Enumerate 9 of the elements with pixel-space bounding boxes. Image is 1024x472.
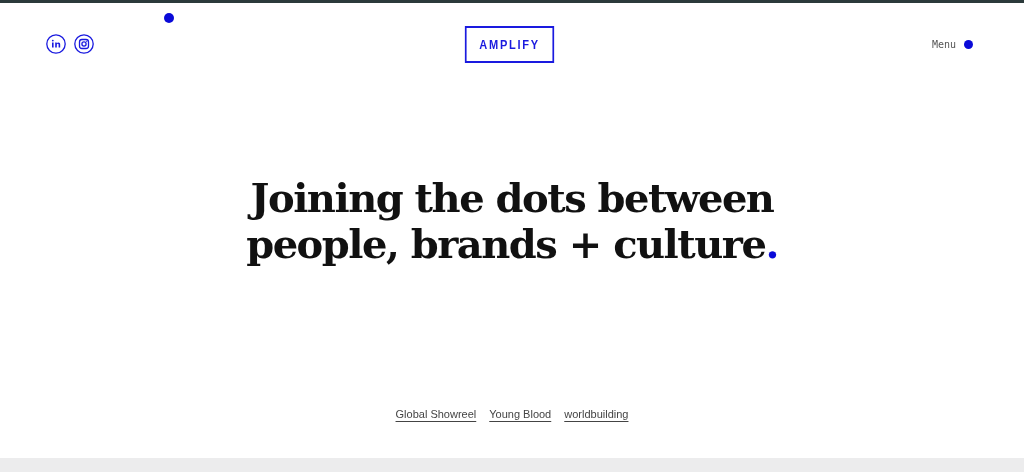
nav-link[interactable]: Global Showreel (395, 408, 477, 420)
cursor-dot (164, 13, 174, 23)
logo[interactable]: AMPLIFY (464, 25, 555, 63)
linkedin-icon[interactable] (46, 34, 66, 54)
nav-link[interactable]: worldbuilding (564, 408, 629, 420)
menu-button[interactable]: Menu (773, 38, 973, 50)
nav-link[interactable]: Young Blood (489, 408, 552, 420)
instagram-icon[interactable] (74, 34, 94, 54)
headline: Joining the dots between people, brands + culture. (246, 175, 778, 267)
